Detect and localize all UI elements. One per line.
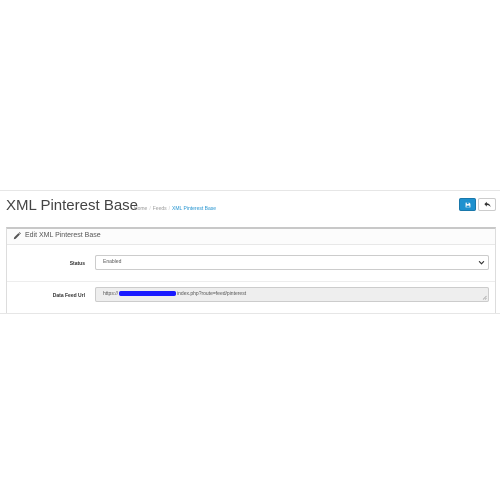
pencil-icon: [13, 232, 21, 240]
status-form-row: Status Enabled: [7, 246, 495, 282]
save-icon: [465, 202, 470, 207]
edit-panel: Edit XML Pinterest Base Status Enabled D…: [6, 227, 496, 313]
url-prefix: https://: [103, 291, 119, 297]
breadcrumb-feeds[interactable]: Feeds: [153, 206, 167, 212]
page-title: XML Pinterest Base: [6, 197, 139, 214]
back-button[interactable]: [478, 198, 496, 211]
resize-handle-icon[interactable]: [482, 295, 487, 300]
url-suffix: index.php?route=feed/pinterest: [177, 291, 247, 297]
page-header: XML Pinterest Base Home / Feeds / XML Pinter…: [0, 191, 500, 223]
breadcrumb: Home / Feeds / XML Pinterest Base: [134, 206, 217, 212]
breadcrumb-current[interactable]: XML Pinterest Base: [172, 206, 216, 212]
chevron-down-icon: [478, 260, 485, 265]
data-feed-url-field[interactable]: https:// index.php?route=feed/pinterest: [95, 287, 489, 302]
status-select[interactable]: Enabled: [95, 255, 489, 270]
panel-title: Edit XML Pinterest Base: [25, 232, 101, 239]
save-button[interactable]: [459, 198, 476, 211]
data-feed-url-form-row: Data Feed Url https:// index.php?route=fe…: [7, 283, 495, 315]
status-selected-value: Enabled: [103, 259, 122, 265]
data-feed-url-label: Data Feed Url: [52, 293, 85, 299]
admin-page-frame: XML Pinterest Base Home / Feeds / XML Pinter…: [0, 190, 500, 314]
panel-heading: Edit XML Pinterest Base: [7, 229, 495, 245]
breadcrumb-home[interactable]: Home: [134, 206, 147, 212]
redacted-domain: [119, 291, 177, 297]
status-label: Status: [69, 261, 85, 267]
reply-icon: [483, 201, 491, 208]
